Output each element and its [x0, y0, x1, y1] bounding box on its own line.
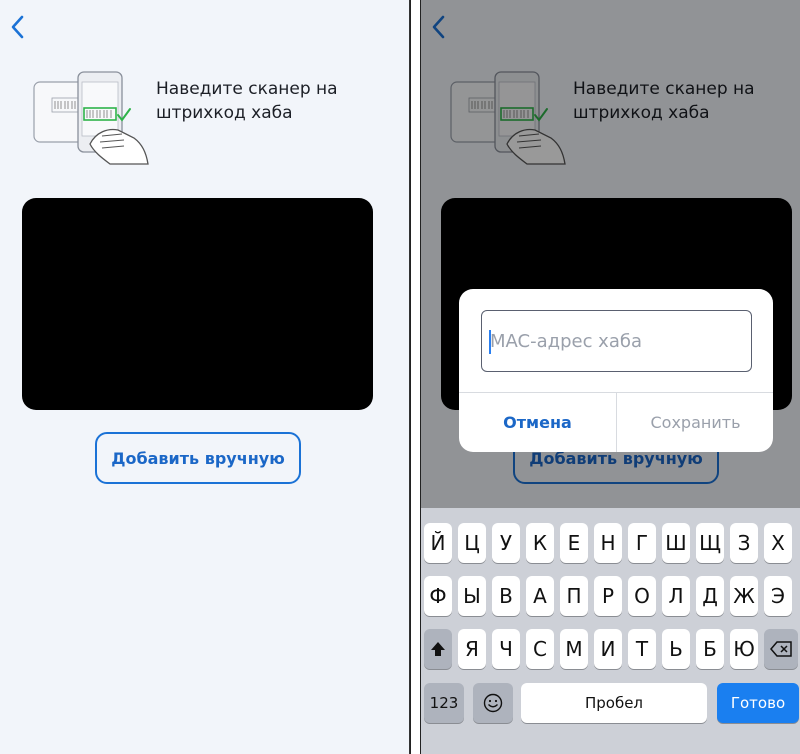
- onscreen-keyboard: Й Ц У К Е Н Г Ш Щ З Х Ф Ы В А П Р О Л Д …: [421, 508, 800, 754]
- key[interactable]: Г: [628, 523, 656, 563]
- scanner-viewport: [22, 198, 373, 410]
- key[interactable]: Ж: [730, 576, 758, 616]
- chevron-left-icon: [11, 15, 24, 39]
- key[interactable]: С: [526, 629, 554, 669]
- text-caret: [489, 330, 491, 354]
- mac-address-dialog: Отмена Сохранить: [459, 289, 773, 452]
- space-key[interactable]: Пробел: [521, 683, 707, 723]
- back-button[interactable]: [8, 14, 32, 42]
- add-manually-button[interactable]: Добавить вручную: [95, 432, 301, 484]
- key[interactable]: Э: [764, 576, 792, 616]
- key[interactable]: В: [492, 576, 520, 616]
- key[interactable]: Ь: [662, 629, 690, 669]
- backspace-icon: [770, 641, 792, 657]
- numbers-key[interactable]: 123: [424, 683, 464, 723]
- scan-illustration-icon: [33, 71, 149, 165]
- key[interactable]: Ш: [662, 523, 690, 563]
- key[interactable]: Н: [594, 523, 622, 563]
- key[interactable]: Х: [764, 523, 792, 563]
- left-screen: Наведите сканер на штрихкод хаба Добавит…: [0, 0, 410, 754]
- cancel-button[interactable]: Отмена: [459, 393, 616, 452]
- key[interactable]: Е: [560, 523, 588, 563]
- key[interactable]: З: [730, 523, 758, 563]
- key[interactable]: Т: [628, 629, 656, 669]
- key[interactable]: Л: [662, 576, 690, 616]
- scan-instruction: Наведите сканер на штрихкод хаба: [156, 79, 338, 123]
- key[interactable]: Р: [594, 576, 622, 616]
- key[interactable]: Ц: [458, 523, 486, 563]
- key[interactable]: У: [492, 523, 520, 563]
- panel-divider: [410, 0, 421, 754]
- key[interactable]: М: [560, 629, 588, 669]
- key[interactable]: Ы: [458, 576, 486, 616]
- key[interactable]: Ч: [492, 629, 520, 669]
- emoji-key[interactable]: [473, 683, 513, 723]
- key[interactable]: О: [628, 576, 656, 616]
- mac-address-input[interactable]: [481, 310, 752, 372]
- shift-key[interactable]: [424, 629, 452, 669]
- key[interactable]: Ю: [730, 629, 758, 669]
- backspace-key[interactable]: [764, 629, 798, 669]
- right-screen: Наведите сканер на штрихкод хаба Добавит…: [421, 0, 800, 754]
- done-key[interactable]: Готово: [717, 683, 799, 723]
- key[interactable]: Ф: [424, 576, 452, 616]
- key[interactable]: Д: [696, 576, 724, 616]
- key[interactable]: Щ: [696, 523, 724, 563]
- key[interactable]: П: [560, 576, 588, 616]
- key[interactable]: И: [594, 629, 622, 669]
- save-button[interactable]: Сохранить: [617, 393, 773, 452]
- key[interactable]: К: [526, 523, 554, 563]
- key[interactable]: Б: [696, 629, 724, 669]
- shift-icon: [431, 642, 445, 656]
- emoji-icon: [483, 693, 503, 713]
- key[interactable]: Й: [424, 523, 452, 563]
- key[interactable]: А: [526, 576, 554, 616]
- key[interactable]: Я: [458, 629, 486, 669]
